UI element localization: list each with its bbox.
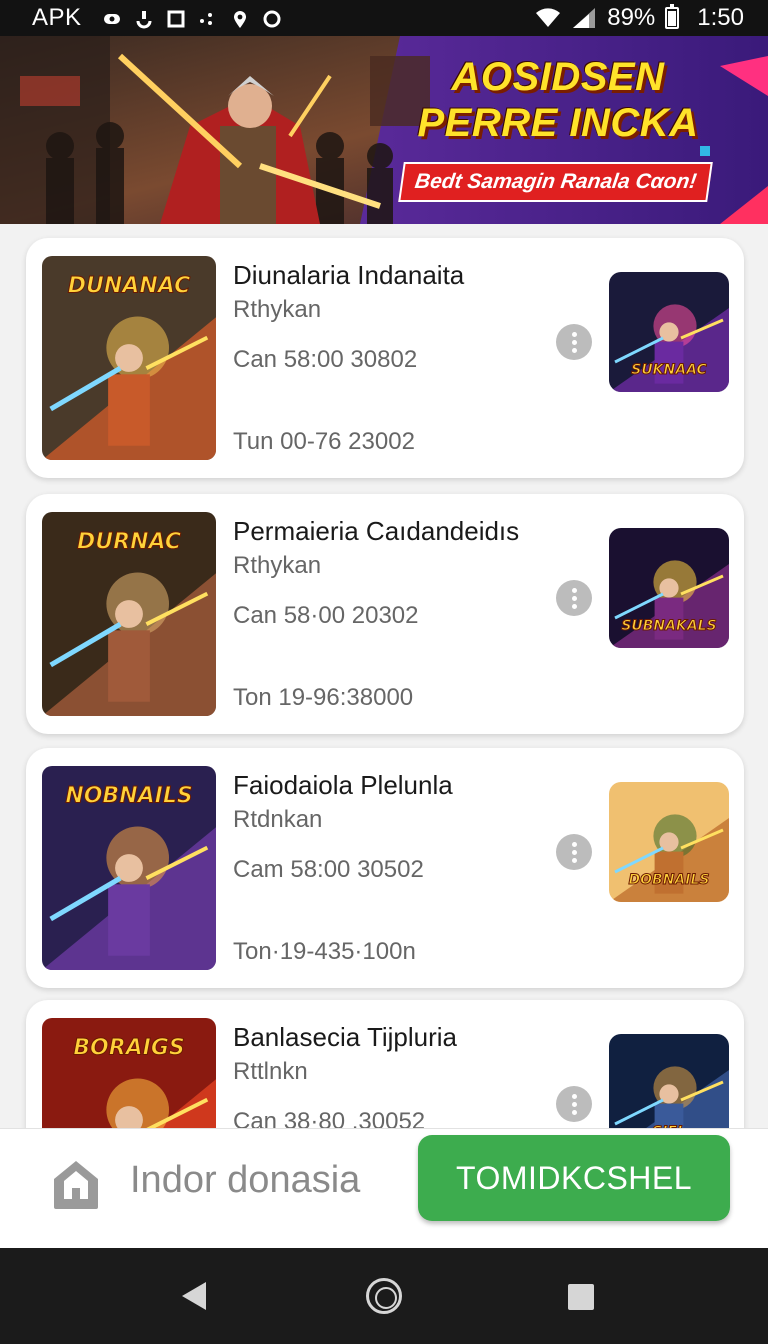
signal-icon	[571, 7, 597, 29]
status-bar: APK 89% 1:50	[0, 0, 768, 36]
game-title[interactable]: Banlasecia Tijpluria	[233, 1022, 457, 1053]
location-icon	[230, 8, 250, 28]
home-nav-icon[interactable]	[366, 1278, 402, 1314]
game-thumbnail[interactable]: DUNANAC	[42, 256, 216, 460]
home-icon[interactable]	[50, 1157, 102, 1211]
more-options-button[interactable]	[556, 324, 592, 360]
game-thumbnail[interactable]: DURNAC	[42, 512, 216, 716]
dots-icon	[198, 8, 218, 28]
banner-title-line1: AOSIDSEN	[451, 55, 665, 99]
svg-text:SUBNAKALS: SUBNAKALS	[621, 618, 716, 634]
game-thumbnail[interactable]: NOBNAILS	[42, 766, 216, 970]
svg-text:DUNANAC: DUNANAC	[68, 274, 190, 299]
game-title[interactable]: Permaieria Caıdandeidıs	[233, 516, 519, 547]
game-meta-line2: Ton 19-96:38000	[233, 684, 414, 711]
region-label[interactable]: Indor donasia	[130, 1159, 360, 1202]
game-side-image[interactable]: SUBNAKALS	[609, 528, 729, 648]
game-list[interactable]: DUNANAC Diunalaria Indanaita Rthykan Can…	[0, 224, 768, 1128]
game-meta-line1: Cam 58:00 30502	[233, 856, 424, 883]
status-left: APK	[32, 4, 282, 32]
game-meta-line2: Tun 00-76 23002	[233, 428, 415, 455]
svg-text:NOBNAILS: NOBNAILS	[65, 784, 192, 809]
wifi-icon	[535, 7, 561, 29]
android-icon	[134, 8, 154, 29]
game-side-image[interactable]: DOBNAILS	[609, 782, 729, 902]
app-screen: APK 89% 1:50 AOSIDSEN PERRE INCKA Bedt S…	[0, 0, 768, 1344]
game-author: Rttlnkn	[233, 1058, 308, 1085]
game-side-image[interactable]: SIEL	[609, 1034, 729, 1128]
recent-apps-icon[interactable]	[568, 1284, 594, 1310]
bottom-action-bar: Indor donasia TOMIDKCSHEL	[0, 1128, 768, 1248]
battery-percent: 89%	[607, 4, 656, 31]
banner-title-line2: PERRE INCKA	[417, 101, 699, 145]
system-nav-bar	[0, 1248, 768, 1344]
circle-icon	[262, 8, 282, 28]
banner-title: AOSIDSEN PERRE INCKA	[408, 54, 708, 146]
status-right: 89% 1:50	[535, 4, 744, 32]
game-meta-line1: Can 58·00 20302	[233, 602, 419, 629]
game-title[interactable]: Faiodaiola Plelunla	[233, 770, 453, 801]
battery-icon	[665, 4, 680, 29]
game-author: Rtdnkan	[233, 806, 323, 833]
game-meta-line1: Can 58:00 30802	[233, 346, 418, 373]
list-item-card[interactable]: DURNAC Permaieria Caıdandeidıs Rthykan C…	[26, 494, 744, 734]
notification-icon	[102, 8, 122, 28]
svg-text:DURNAC: DURNAC	[77, 530, 181, 555]
game-author: Rthykan	[233, 296, 322, 323]
list-item-card[interactable]: NOBNAILS Faiodaiola Plelunla Rtdnkan Cam…	[26, 748, 744, 988]
game-meta-line1: Can 38·80 .30052	[233, 1108, 426, 1128]
primary-action-button[interactable]: TOMIDKCSHEL	[418, 1135, 730, 1221]
more-options-button[interactable]	[556, 834, 592, 870]
game-author: Rthykan	[233, 552, 322, 579]
list-item-card[interactable]: DUNANAC Diunalaria Indanaita Rthykan Can…	[26, 238, 744, 478]
promo-banner[interactable]: AOSIDSEN PERRE INCKA Bedt Samagin Ranala…	[0, 36, 768, 224]
square-icon	[166, 8, 186, 28]
game-title[interactable]: Diunalaria Indanaita	[233, 260, 464, 291]
back-icon[interactable]	[180, 1280, 208, 1312]
more-options-button[interactable]	[556, 1086, 592, 1122]
game-thumbnail[interactable]: BORAIGS	[42, 1018, 216, 1128]
status-apk-label: APK	[32, 4, 82, 31]
svg-text:SUKNAAC: SUKNAAC	[631, 362, 707, 378]
clock: 1:50	[697, 4, 744, 31]
list-item-card[interactable]: BORAIGS Banlasecia Tijpluria Rttlnkn Can…	[26, 1000, 744, 1128]
svg-text:BORAIGS: BORAIGS	[73, 1036, 185, 1061]
banner-subtitle: Bedt Samagin Ranala Cαon!	[397, 162, 713, 202]
more-options-button[interactable]	[556, 580, 592, 616]
svg-text:DOBNAILS: DOBNAILS	[629, 872, 710, 888]
game-meta-line2: Ton·19-435·100n	[233, 938, 416, 965]
game-side-image[interactable]: SUKNAAC	[609, 272, 729, 392]
